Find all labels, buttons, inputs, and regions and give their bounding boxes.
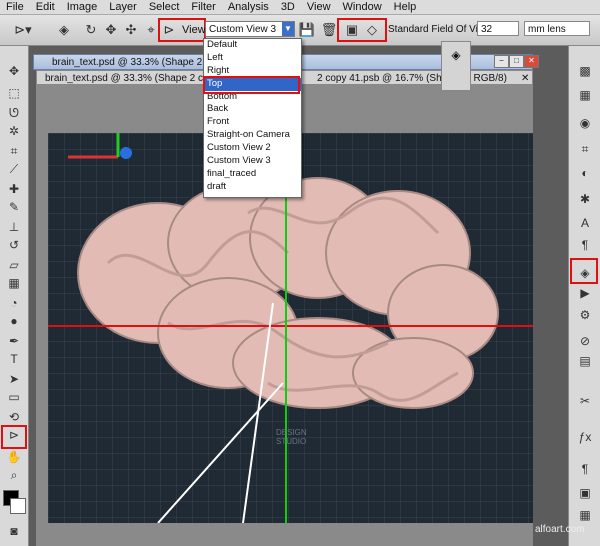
3d-pan-view-icon[interactable]: ✥: [102, 21, 120, 39]
histogram-panel-icon[interactable]: ▤: [576, 354, 594, 370]
menu-layer[interactable]: Layer: [103, 0, 143, 14]
shape-tool-icon[interactable]: ▭: [5, 390, 23, 406]
gradient-tool-icon[interactable]: ▦: [5, 276, 23, 292]
panels-dock: ▩ ▦ ◉ ⌗ ◐ ✱ A ¶ ◈ ▶ ⚙ ⊘ ▤ ✂ ƒx ¶ ▣ ▦: [568, 46, 600, 546]
clone-stamp-icon[interactable]: ⊥: [5, 220, 23, 236]
dodge-tool-icon[interactable]: ●: [5, 314, 23, 330]
info-panel-icon[interactable]: ⊘: [576, 334, 594, 350]
move-tool-icon[interactable]: ✥: [5, 64, 23, 80]
view-option-final-traced[interactable]: final_traced: [204, 168, 301, 181]
background-color-swatch[interactable]: [10, 498, 26, 514]
eraser-icon[interactable]: ▱: [5, 258, 23, 274]
paragraph-styles-icon[interactable]: ¶: [576, 462, 594, 478]
menu-filter[interactable]: Filter: [185, 0, 221, 14]
paragraph-panel-icon[interactable]: ¶: [576, 238, 594, 254]
lens-select[interactable]: mm lens: [524, 21, 590, 36]
view-option-front[interactable]: Front: [204, 116, 301, 129]
axis-z-handle: [120, 147, 132, 159]
watermark-line2: STUDIO: [276, 437, 306, 446]
pen-tool-icon[interactable]: ✒: [5, 334, 23, 350]
maximize-icon[interactable]: □: [509, 55, 524, 68]
menu-image[interactable]: Image: [61, 0, 104, 14]
character-panel-icon[interactable]: A: [576, 216, 594, 232]
zoom-tool-icon[interactable]: ⌕: [5, 468, 23, 484]
adjustments-panel-icon[interactable]: ⌗: [576, 142, 594, 158]
sfov-input[interactable]: 32: [477, 21, 519, 36]
3d-roll-view-icon[interactable]: ↻: [82, 21, 100, 39]
footer-credit: alfoart.com: [535, 524, 585, 535]
view-option-custom-view-3[interactable]: Custom View 3: [204, 155, 301, 168]
close-icon[interactable]: ✕: [524, 55, 539, 68]
view-select[interactable]: Custom View 3 ▼: [205, 21, 295, 37]
styles-panel-icon[interactable]: ◉: [576, 116, 594, 132]
top-option-highlight-box: [203, 76, 300, 94]
menu-analysis[interactable]: Analysis: [222, 0, 275, 14]
animation-panel-icon[interactable]: ▶: [576, 286, 594, 302]
eyedropper-icon[interactable]: ⟋: [5, 162, 23, 178]
3d-orbit-icon[interactable]: ◈: [55, 21, 73, 39]
menu-file[interactable]: File: [0, 0, 30, 14]
path-selection-icon[interactable]: ➤: [5, 372, 23, 388]
delete-view-icon[interactable]: 🗑: [320, 21, 338, 39]
watermark-line1: DESIGN: [276, 428, 307, 437]
magic-wand-icon[interactable]: ✲: [5, 124, 23, 140]
navigator-panel-icon[interactable]: ▣: [576, 486, 594, 502]
tool-presets-icon[interactable]: ✂: [576, 394, 594, 410]
camera-line-2: [157, 382, 284, 524]
view-dropdown-menu[interactable]: Default Left Right Top Bottom Back Front…: [203, 38, 302, 198]
tab-close-icon[interactable]: ✕: [517, 71, 533, 86]
actions-panel-icon[interactable]: ⚙: [576, 308, 594, 324]
type-tool-icon[interactable]: T: [5, 352, 23, 368]
tab-brain-text[interactable]: brain_text.psd @ 33.3% (Shape 2 copy: [41, 71, 223, 86]
tools-panel: ✥ ⬚ ᘎ ✲ ⌗ ⟋ ✚ ✎ ⊥ ↺ ▱ ▦ ◔ ● ✒ T ➤ ▭ ⟲ ⊳ …: [0, 46, 29, 546]
menu-help[interactable]: Help: [388, 0, 423, 14]
3d-camera-tool-preset-icon[interactable]: ⊳▾: [10, 21, 36, 39]
healing-brush-icon[interactable]: ✚: [5, 182, 23, 198]
save-view-icon[interactable]: 💾: [298, 21, 316, 39]
brush-tool-icon[interactable]: ✎: [5, 200, 23, 216]
view-option-draft[interactable]: draft: [204, 181, 301, 194]
lasso-tool-icon[interactable]: ᘎ: [5, 106, 23, 122]
3d-rotate-tool-icon[interactable]: ⟲: [5, 410, 23, 426]
marquee-tool-icon[interactable]: ⬚: [5, 86, 23, 102]
view-option-straight-on-camera[interactable]: Straight-on Camera: [204, 129, 301, 142]
masks-panel-icon[interactable]: ◐: [576, 166, 594, 182]
view-option-back[interactable]: Back: [204, 103, 301, 116]
menu-3d[interactable]: 3D: [275, 0, 301, 14]
view-option-default[interactable]: Default: [204, 39, 301, 52]
view-option-custom-view-2[interactable]: Custom View 2: [204, 142, 301, 155]
quick-mask-icon[interactable]: ◙: [5, 524, 23, 540]
clone-source-icon[interactable]: ƒx: [576, 430, 594, 446]
chevron-down-icon[interactable]: ▼: [282, 22, 294, 36]
brain-text-3d-model: [77, 177, 499, 409]
3d-layer-icon[interactable]: ◈: [448, 48, 464, 64]
menu-window[interactable]: Window: [337, 0, 388, 14]
3d-axis-widget: [68, 113, 132, 159]
camera-tool-highlight-box: [1, 425, 27, 449]
orthographic-camera-icon[interactable]: ◇: [363, 21, 381, 39]
hand-tool-icon[interactable]: ✋: [5, 450, 23, 466]
brushes-panel-icon[interactable]: ✱: [576, 192, 594, 208]
color-panel-icon[interactable]: ▩: [576, 64, 594, 80]
menu-select[interactable]: Select: [143, 0, 186, 14]
blur-tool-icon[interactable]: ◔: [5, 296, 23, 312]
view-select-value: Custom View 3: [209, 24, 277, 35]
view-option-left[interactable]: Left: [204, 52, 301, 65]
swatches-panel-icon[interactable]: ▦: [576, 88, 594, 104]
history-brush-icon[interactable]: ↺: [5, 238, 23, 254]
crop-tool-icon[interactable]: ⌗: [5, 144, 23, 160]
active-document-title: brain_text.psd @ 33.3% (Shape 2 copy: [52, 57, 227, 68]
menu-view[interactable]: View: [301, 0, 337, 14]
minimize-icon[interactable]: −: [494, 55, 509, 68]
tab-suffix: , RGB/8): [468, 73, 507, 84]
layers-panel-icon[interactable]: ▦: [576, 508, 594, 524]
3d-panel-highlight-box: [570, 258, 598, 284]
3d-walk-view-icon[interactable]: ✣: [122, 21, 140, 39]
perspective-camera-icon[interactable]: ▣: [343, 21, 361, 39]
3d-mini-panel[interactable]: ◈: [441, 41, 471, 91]
menu-bar: File Edit Image Layer Select Filter Anal…: [0, 0, 600, 15]
menu-edit[interactable]: Edit: [30, 0, 61, 14]
